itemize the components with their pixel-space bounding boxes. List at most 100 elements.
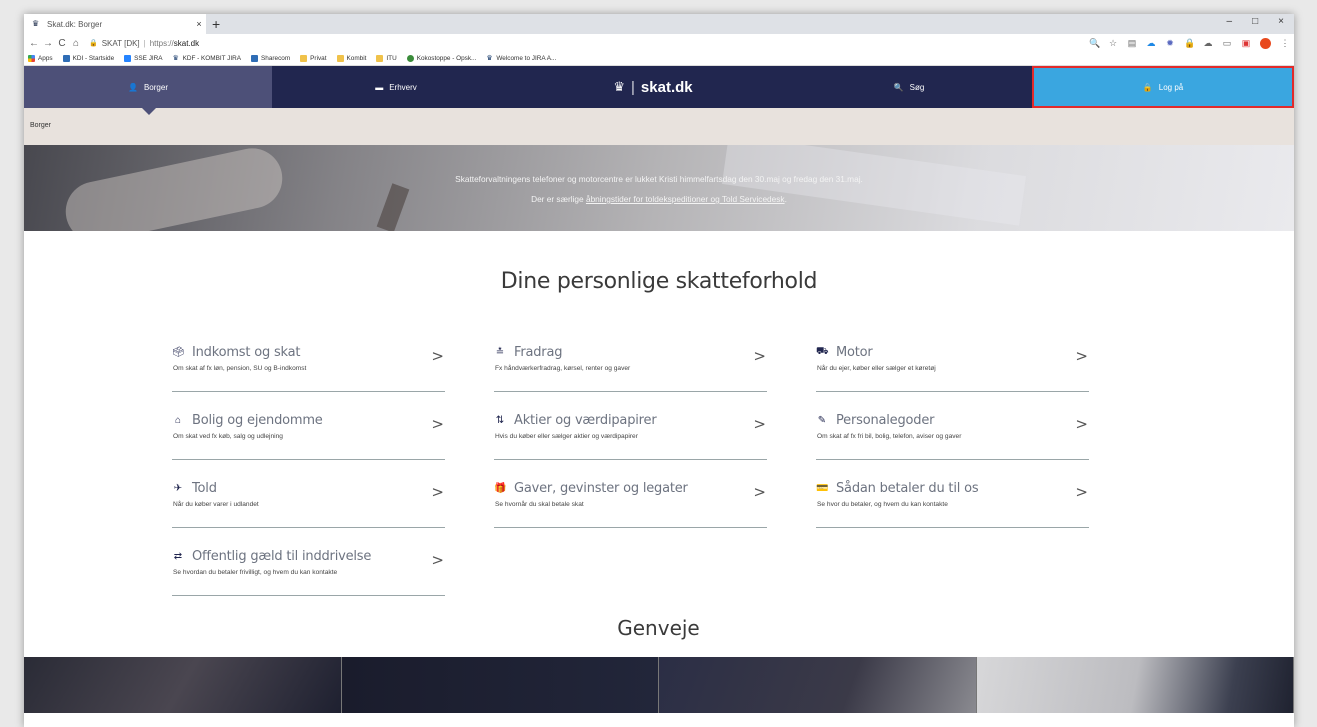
bookmark-item[interactable]: Privat (300, 55, 327, 62)
bookmark-item[interactable]: KDI - Startside (62, 55, 115, 62)
chevron-right-icon: > (1075, 347, 1088, 365)
nav-search[interactable]: 🔍 Søg (786, 66, 1032, 108)
bookmark-item[interactable]: ♛ Welcome to JIRA A... (486, 55, 556, 62)
bookmark-item[interactable]: Sharecom (251, 55, 290, 62)
topic-card-head: 🗳 Indkomst og skat (172, 345, 445, 360)
hero-line-2-suffix: . (784, 194, 787, 204)
settings-icon[interactable]: ✹ (1165, 38, 1175, 49)
bookmark-label: Kokostoppe - Opsk... (416, 55, 477, 62)
login-label: Log på (1158, 82, 1184, 92)
crown-favicon-icon: ♛ (32, 19, 40, 28)
topic-title: Fradrag (514, 345, 563, 360)
nav-borger[interactable]: 👤 Borger (24, 66, 272, 115)
topic-icon: ✎ (817, 415, 827, 426)
topic-title: Told (192, 481, 217, 496)
chevron-right-icon: > (431, 347, 444, 365)
home-button[interactable]: ⌂ (69, 38, 83, 49)
close-window-button[interactable]: × (1278, 16, 1284, 27)
menu-icon[interactable]: ⋮ (1280, 38, 1290, 49)
topic-title: Indkomst og skat (192, 345, 301, 360)
login-button[interactable]: 🔒 Log på (1032, 66, 1294, 108)
zoom-icon[interactable]: 🔍 (1089, 38, 1100, 49)
topic-grid: 🗳 Indkomst og skat Om skat af fx løn, pens… (172, 341, 1089, 596)
chevron-right-icon: > (753, 415, 766, 433)
nav-erhverv[interactable]: ▬ Erhverv (272, 66, 520, 108)
cloud-icon[interactable]: ☁ (1146, 38, 1156, 49)
logo-text: skat.dk (640, 78, 693, 96)
extensions-bar: 🔍 ☆ ▤ ☁ ✹ 🔒 ☁ ▭ ▣ ⋮ (1089, 37, 1294, 49)
eye-bookmark-icon (406, 55, 414, 62)
section-title: Dine personlige skatteforhold (500, 269, 818, 294)
back-button[interactable]: ← (27, 38, 41, 49)
reload-button[interactable]: C (55, 38, 69, 49)
profile-icon[interactable] (1260, 37, 1271, 49)
ext-icon[interactable]: ▤ (1127, 38, 1137, 49)
bookmark-item[interactable]: Kombit (336, 55, 366, 62)
onedrive-icon[interactable]: ☁ (1203, 38, 1213, 49)
shortcut-tile[interactable] (341, 657, 659, 713)
topic-card[interactable]: ⌂ Bolig og ejendomme Om skat ved fx køb, s… (172, 409, 445, 460)
url-field[interactable]: 🔒 SKAT [DK] | https://skat.dk (89, 39, 199, 48)
browser-tab[interactable]: ♛ Skat.dk: Borger × (24, 14, 206, 34)
person-icon: 👤 (128, 82, 138, 92)
tab-close-icon[interactable]: × (192, 19, 206, 29)
photo-icon[interactable]: ▣ (1241, 38, 1251, 49)
shortcut-tiles (24, 657, 1294, 713)
topic-card[interactable]: ⛟ Motor Når du ejer, køber eller sælger et… (816, 341, 1089, 392)
kdf-bookmark-icon: ♛ (172, 55, 179, 62)
topic-card[interactable]: ≛ Fradrag Fx håndværkerfradrag, kørsel, re… (494, 341, 767, 392)
topic-card-head: 💳 Sådan betaler du til os (816, 481, 1089, 496)
cast-icon[interactable]: ▭ (1222, 38, 1232, 49)
topic-description: Om skat af fx løn, pension, SU og B-indk… (173, 365, 307, 372)
star-icon[interactable]: ☆ (1108, 38, 1118, 49)
topic-title: Bolig og ejendomme (192, 413, 323, 428)
lock-ext-icon[interactable]: 🔒 (1184, 38, 1195, 49)
bookmark-item[interactable]: SSE JIRA (124, 55, 163, 62)
chevron-right-icon: > (753, 483, 766, 501)
topic-card[interactable]: ✈ Told Når du køber varer i udlandet > (172, 477, 445, 528)
maximize-button[interactable]: □ (1252, 16, 1258, 27)
bookmarks-bar: Apps KDI - Startside SSE JIRA ♛ KDF - KOMBIT… (24, 52, 1294, 66)
bookmark-item[interactable]: ♛ KDF - KOMBIT JIRA (173, 55, 241, 62)
forward-button[interactable]: → (41, 38, 55, 49)
bookmark-item[interactable]: Kokostoppe - Opsk... (406, 55, 477, 62)
topic-card[interactable]: 💳 Sådan betaler du til os Se hvor du betal… (816, 477, 1089, 528)
genveje-title: Genveje (617, 616, 700, 640)
shortcut-tile[interactable] (659, 657, 977, 713)
topic-card[interactable]: ✎ Personalegoder Om skat af fx fri bil, bo… (816, 409, 1089, 460)
minimize-button[interactable]: – (1227, 16, 1233, 27)
topic-card[interactable]: ⇄ Offentlig gæld til inddrivelse Se hvorda… (172, 545, 445, 596)
topic-icon: ≛ (495, 347, 505, 358)
shortcut-tile[interactable] (976, 657, 1294, 713)
chevron-right-icon: > (1075, 415, 1088, 433)
nav-search-label: Søg (909, 82, 925, 92)
topic-description: Om skat af fx fri bil, bolig, telefon, a… (817, 433, 962, 440)
topic-card-head: ⇅ Aktier og værdipapirer (494, 413, 767, 428)
bookmark-label: KDI - Startside (72, 55, 115, 62)
shortcut-tile[interactable] (24, 657, 342, 713)
new-tab-button[interactable]: + (212, 15, 220, 33)
topic-icon: 🗳 (172, 347, 185, 358)
topic-card[interactable]: ⇅ Aktier og værdipapirer Hvis du køber ell… (494, 409, 767, 460)
topic-description: Se hvornår du skal betale skat (495, 501, 584, 508)
topic-title: Personalegoder (836, 413, 935, 428)
url-site-name: SKAT [DK] (101, 38, 140, 48)
blue-bookmark-icon (251, 55, 259, 62)
topic-card[interactable]: 🎁 Gaver, gevinster og legater Se hvornår d… (494, 477, 767, 528)
breadcrumb-borger[interactable]: Borger (30, 122, 51, 129)
bookmark-item[interactable]: Apps (28, 55, 53, 62)
topic-icon: ⇅ (495, 415, 505, 426)
search-icon: 🔍 (893, 82, 904, 92)
topic-card-head: ✎ Personalegoder (816, 413, 1089, 428)
topic-description: Hvis du køber eller sælger aktier og vær… (495, 433, 638, 440)
topic-title: Offentlig gæld til inddrivelse (192, 549, 372, 564)
bookmark-label: Welcome to JIRA A... (496, 55, 557, 62)
topic-description: Når du ejer, køber eller sælger et køret… (817, 365, 936, 372)
topic-title: Sådan betaler du til os (836, 481, 979, 496)
bookmark-label: Sharecom (261, 55, 291, 62)
hero-opening-hours-link[interactable]: åbningstider for toldekspeditioner og To… (586, 194, 785, 204)
topic-card-head: ✈ Told (172, 481, 445, 496)
site-logo[interactable]: ♛ | skat.dk (520, 66, 786, 108)
topic-card[interactable]: 🗳 Indkomst og skat Om skat af fx løn, pens… (172, 341, 445, 392)
bookmark-item[interactable]: ITU (376, 55, 397, 62)
